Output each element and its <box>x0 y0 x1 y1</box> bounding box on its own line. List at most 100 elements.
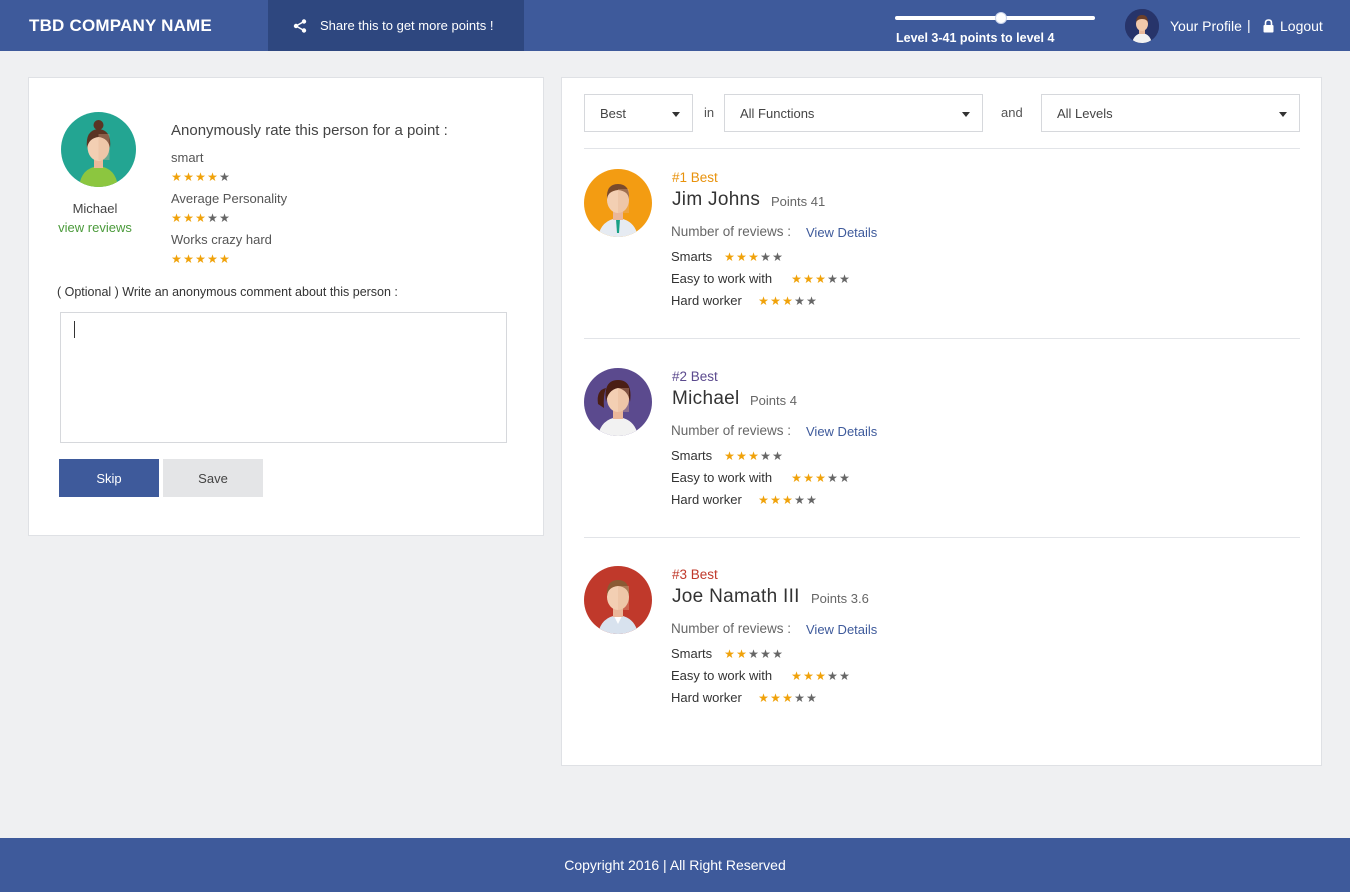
metric-rating: ★ ★ ★ ★ ★ <box>791 472 850 484</box>
sort-select-value: Best <box>600 105 627 121</box>
points-label: Points 41 <box>771 194 826 209</box>
share-button[interactable]: Share this to get more points ! <box>268 0 524 51</box>
rank-label: #3 Best <box>672 567 718 582</box>
star-filled-icon[interactable]: ★ <box>183 212 194 224</box>
star-filled-icon: ★ <box>770 493 781 507</box>
metric-rating: ★ ★ ★ ★ ★ <box>724 648 783 660</box>
level-progress-track <box>895 12 1095 24</box>
logout-link[interactable]: Logout <box>1263 18 1323 34</box>
star-filled-icon[interactable]: ★ <box>195 253 206 265</box>
skip-button[interactable]: Skip <box>59 459 159 497</box>
divider <box>584 148 1300 149</box>
text-cursor <box>74 321 75 338</box>
star-filled-icon[interactable]: ★ <box>171 212 182 224</box>
points-label: Points 4 <box>750 393 797 408</box>
star-empty-icon[interactable]: ★ <box>207 212 218 224</box>
female-avatar-icon <box>61 112 136 187</box>
star-empty-icon[interactable]: ★ <box>219 171 230 183</box>
star-empty-icon[interactable]: ★ <box>219 212 230 224</box>
star-empty-icon: ★ <box>827 471 838 485</box>
metric-rating: ★ ★ ★ ★ ★ <box>758 692 817 704</box>
divider <box>584 537 1300 538</box>
lock-icon <box>1263 19 1274 33</box>
star-filled-icon: ★ <box>724 647 735 661</box>
star-empty-icon: ★ <box>839 272 850 286</box>
level-select[interactable]: All Levels <box>1041 94 1300 132</box>
comment-textarea[interactable] <box>60 312 507 443</box>
leader-name: Jim Johns <box>672 189 761 210</box>
star-filled-icon[interactable]: ★ <box>195 212 206 224</box>
metric-label: Smarts <box>671 448 713 463</box>
metric-label: Easy to work with <box>671 668 773 683</box>
star-filled-icon[interactable]: ★ <box>207 253 218 265</box>
star-empty-icon: ★ <box>806 294 817 308</box>
leader-name: Joe Namath III <box>672 586 800 607</box>
top-header: TBD COMPANY NAME Share this to get more … <box>0 0 1350 51</box>
star-empty-icon: ★ <box>760 250 771 264</box>
star-filled-icon: ★ <box>782 294 793 308</box>
footer: Copyright 2016 | All Right Reserved <box>0 838 1350 892</box>
star-filled-icon[interactable]: ★ <box>171 253 182 265</box>
view-details-link[interactable]: View Details <box>806 622 877 637</box>
rate-person-panel: Michael view reviews Anonymously rate th… <box>28 77 544 536</box>
star-filled-icon[interactable]: ★ <box>183 253 194 265</box>
star-filled-icon[interactable]: ★ <box>219 253 230 265</box>
leaderboard-panel: Best in All Functions and All Levels #1 … <box>561 77 1322 766</box>
rated-person-name: Michael <box>72 201 118 216</box>
criterion-rating[interactable]: ★ ★ ★ ★ ★ <box>171 253 230 265</box>
star-empty-icon: ★ <box>839 471 850 485</box>
star-filled-icon: ★ <box>736 647 747 661</box>
view-details-link[interactable]: View Details <box>806 424 877 439</box>
rate-title: Anonymously rate this person for a point… <box>171 122 448 139</box>
metric-rating: ★ ★ ★ ★ ★ <box>724 251 783 263</box>
star-filled-icon[interactable]: ★ <box>171 171 182 183</box>
logout-label: Logout <box>1280 18 1323 34</box>
level-progress-knob[interactable] <box>995 12 1007 24</box>
view-details-link[interactable]: View Details <box>806 225 877 240</box>
star-empty-icon: ★ <box>806 691 817 705</box>
star-empty-icon: ★ <box>794 691 805 705</box>
star-filled-icon[interactable]: ★ <box>183 171 194 183</box>
leader-avatar <box>584 169 652 237</box>
leaderboard-entry: #2 Best Michael Points 4 Number of revie… <box>584 368 1300 548</box>
save-button[interactable]: Save <box>163 459 263 497</box>
reviews-count-label: Number of reviews : <box>671 621 792 636</box>
criterion-rating[interactable]: ★ ★ ★ ★ ★ <box>171 212 230 224</box>
level-select-value: All Levels <box>1057 105 1113 121</box>
chevron-down-icon <box>962 112 970 117</box>
company-brand[interactable]: TBD COMPANY NAME <box>29 16 212 36</box>
star-empty-icon: ★ <box>772 647 783 661</box>
sort-select[interactable]: Best <box>584 94 693 132</box>
leaderboard-entry: #1 Best Jim Johns Points 41 Number of re… <box>584 169 1300 349</box>
star-filled-icon[interactable]: ★ <box>195 171 206 183</box>
male-avatar-icon <box>584 169 652 237</box>
star-filled-icon: ★ <box>770 691 781 705</box>
profile-avatar[interactable] <box>1125 9 1159 43</box>
divider <box>584 338 1300 339</box>
your-profile-link[interactable]: Your Profile <box>1170 18 1242 34</box>
star-filled-icon: ★ <box>748 449 759 463</box>
star-filled-icon: ★ <box>758 493 769 507</box>
star-filled-icon: ★ <box>736 449 747 463</box>
star-empty-icon: ★ <box>794 294 805 308</box>
metric-rating: ★ ★ ★ ★ ★ <box>791 273 850 285</box>
star-filled-icon: ★ <box>724 449 735 463</box>
star-filled-icon: ★ <box>724 250 735 264</box>
header-separator: | <box>1247 17 1251 33</box>
star-filled-icon[interactable]: ★ <box>207 171 218 183</box>
function-select[interactable]: All Functions <box>724 94 983 132</box>
male-avatar-icon <box>584 566 652 634</box>
female-avatar-icon <box>584 368 652 436</box>
star-filled-icon: ★ <box>803 272 814 286</box>
view-reviews-link[interactable]: view reviews <box>29 220 161 235</box>
leaderboard-entry: #3 Best Joe Namath III Points 3.6 Number… <box>584 566 1300 746</box>
chevron-down-icon <box>672 112 680 117</box>
metric-label: Hard worker <box>671 690 742 705</box>
star-filled-icon: ★ <box>815 471 826 485</box>
criterion-rating[interactable]: ★ ★ ★ ★ ★ <box>171 171 230 183</box>
metric-rating: ★ ★ ★ ★ ★ <box>791 670 850 682</box>
reviews-count-label: Number of reviews : <box>671 224 792 239</box>
function-select-value: All Functions <box>740 105 815 121</box>
metric-label: Smarts <box>671 646 713 661</box>
star-empty-icon: ★ <box>772 449 783 463</box>
